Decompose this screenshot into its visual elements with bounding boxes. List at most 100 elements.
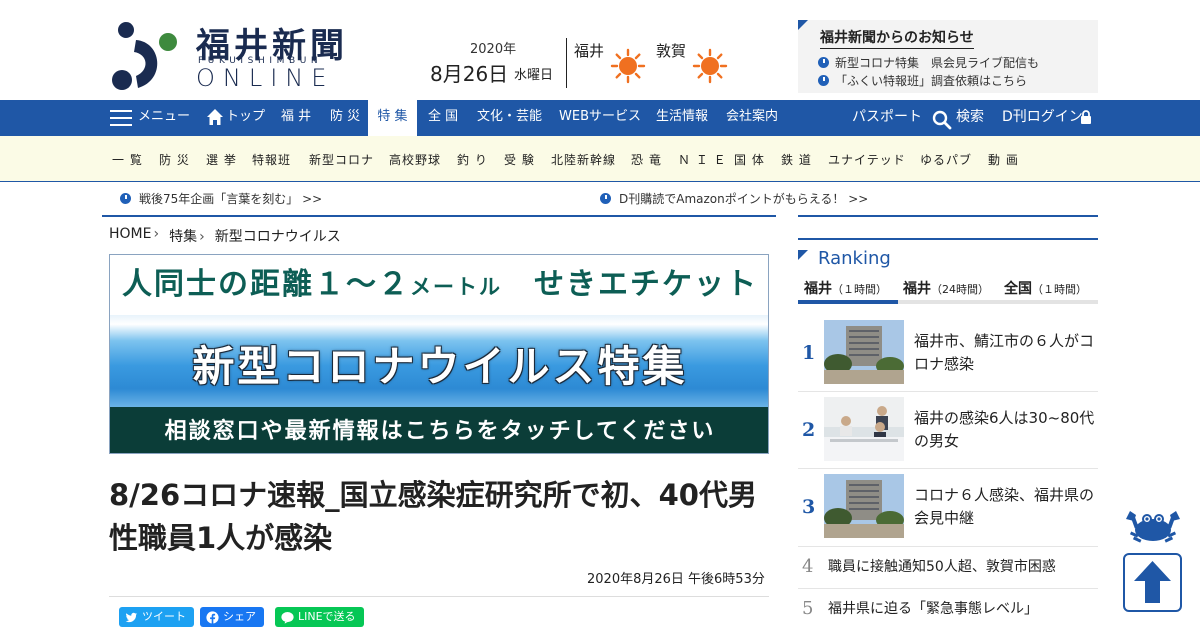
ranking-item[interactable]: 1 福井市、鯖江市の６人がコロナ感染 [798, 320, 1098, 386]
passport-link[interactable]: パスポート [852, 100, 922, 136]
breadcrumb-home[interactable]: HOME › [109, 226, 159, 246]
rank-title: コロナ６人感染、福井県の会見中継 [914, 486, 1095, 527]
ranking-item[interactable]: 5 福井県に迫る「緊急事態レベル」 [798, 598, 1098, 624]
banner-title: 新型コロナウイルス特集 [192, 342, 688, 391]
date-year: 2020年 [470, 42, 517, 57]
subnav-item[interactable]: 動 画 [988, 151, 1019, 168]
breadcrumb: HOME › 特集 › 新型コロナウイルス [109, 226, 341, 246]
subnav-item[interactable]: 一 覧 [112, 151, 143, 168]
notice-box: 福井新聞からのお知らせ 新型コロナ特集 県会見ライブ配信も 「ふくい特報班」調査… [798, 20, 1098, 93]
subnav-item[interactable]: 北陸新幹線 [551, 151, 616, 168]
ranking-tab-fukui-1h[interactable]: 福井（１時間） [804, 278, 887, 298]
home-icon[interactable] [206, 108, 224, 126]
nav-seikatsu[interactable]: 生活情報 [656, 100, 708, 136]
logo-online: ONLINE [196, 64, 335, 92]
ranking-corner-mark [798, 250, 808, 260]
article-headline: 8/26コロナ速報_国立感染症研究所で初、40代男性職員1人が感染 [109, 478, 757, 555]
subnav-item[interactable]: 受 験 [504, 151, 535, 168]
hamburger-menu-icon[interactable] [110, 110, 132, 126]
subnav-item[interactable]: 防 災 [159, 151, 190, 168]
ticker-item[interactable]: 戦後75年企画「言葉を刻む」 >> [120, 190, 322, 207]
crab-mascot-icon [1126, 511, 1180, 543]
banner-title-band: 新型コロナウイルス特集 [110, 315, 768, 407]
breadcrumb-current: 新型コロナウイルス [214, 229, 341, 245]
lock-icon [1081, 110, 1091, 124]
global-nav: メニュー トップ 福 井 防 災 特 集 全 国 文化・芸能 WEBサービス 生… [0, 100, 1200, 138]
subnav-item[interactable]: ユナイテッド [828, 151, 906, 168]
divider [109, 596, 769, 597]
divider [798, 468, 1098, 469]
ticker-label: D刊購読でAmazonポイントがもらえる！ >> [619, 192, 869, 206]
nav-bunka[interactable]: 文化・芸能 [477, 100, 542, 136]
subnav-item[interactable]: Ｎ Ｉ Ｅ [678, 151, 727, 168]
arrow-up-icon [1134, 561, 1171, 603]
main-top-rule [102, 215, 776, 217]
nav-web-service[interactable]: WEBサービス [559, 100, 641, 136]
rank-title: 福井県に迫る「緊急事態レベル」 [828, 601, 1038, 617]
ranking-title: Ranking [818, 248, 891, 269]
search-button[interactable]: 検索 [956, 100, 984, 136]
date-weekday: 水曜日 [514, 68, 554, 83]
thumbnail-building-photo [824, 320, 904, 384]
notice-item[interactable]: 「ふくい特報班」調査依頼はこちら [818, 72, 1027, 89]
login-link[interactable]: D刊ログイン [1002, 100, 1083, 136]
subnav-item[interactable]: 特報班 [252, 151, 291, 168]
nav-zenkoku[interactable]: 全 国 [428, 100, 458, 136]
ranking-tab-zenkoku-1h[interactable]: 全国（１時間） [1004, 278, 1087, 298]
rank-title: 福井市、鯖江市の６人がコロナ感染 [914, 332, 1095, 373]
nav-tokushu[interactable]: 特 集 [368, 100, 417, 138]
subnav-item[interactable]: 高校野球 [389, 151, 441, 168]
subnav-item[interactable]: 国 体 [734, 151, 765, 168]
sun-icon [692, 48, 728, 84]
menu-button[interactable]: メニュー [138, 100, 190, 136]
subnav-item[interactable]: 鉄 道 [781, 151, 812, 168]
divider [798, 391, 1098, 392]
twitter-bird-icon [125, 612, 138, 622]
site-header: 福井新聞 FUKUISHIMBUN ONLINE 2020年 8月26日 水曜日… [0, 0, 1200, 100]
ticker-label: 戦後75年企画「言葉を刻む」 >> [139, 192, 323, 206]
subnav-item[interactable]: 新型コロナ [309, 151, 374, 168]
article-published-date: 2020年8月26日 午後6時53分 [587, 572, 765, 587]
rank-number: 2 [802, 419, 816, 441]
nav-company[interactable]: 会社案内 [726, 100, 778, 136]
ranking-tab-fukui-24h[interactable]: 福井（24時間） [903, 278, 989, 298]
nav-fukui[interactable]: 福 井 [281, 100, 311, 136]
banner-cta: 相談窓口や最新情報はこちらをタッチしてください [110, 407, 768, 453]
logo-mark-icon[interactable] [110, 20, 180, 92]
line-icon [281, 611, 294, 624]
notice-item-label: 「ふくい特報班」調査依頼はこちら [835, 74, 1028, 88]
ranking-item[interactable]: 3 コロナ６人感染、福井県の会見中継 [798, 474, 1098, 540]
tweet-button[interactable]: ツイート [119, 607, 194, 627]
thumbnail-press-conference-photo [824, 397, 904, 461]
subnav-item[interactable]: ゆるパブ [920, 151, 972, 168]
weather-city-fukui: 福井 [574, 42, 605, 60]
subnav-item[interactable]: 選 挙 [206, 151, 237, 168]
notice-item-label: 新型コロナ特集 県会見ライブ配信も [835, 56, 1040, 70]
sub-nav: 一 覧 防 災 選 挙 特報班 新型コロナ 高校野球 釣 り 受 験 北陸新幹線… [0, 136, 1200, 182]
info-dot-icon [600, 193, 611, 204]
date-divider [566, 38, 567, 88]
banner-etiquette-text: 人同士の距離１～２メートル せきエチケット [110, 255, 768, 315]
search-icon[interactable] [932, 110, 952, 130]
subnav-item[interactable]: 釣 り [457, 151, 488, 168]
date-day: 8月26日 [430, 62, 509, 86]
ranking-top-rule [798, 238, 1098, 240]
facebook-share-button[interactable]: シェア [200, 607, 264, 627]
notice-title[interactable]: 福井新聞からのお知らせ [820, 27, 974, 49]
subnav-item[interactable]: 恐 竜 [631, 151, 662, 168]
ticker-item[interactable]: D刊購読でAmazonポイントがもらえる！ >> [600, 190, 868, 207]
ranking-item[interactable]: 4 職員に接触通知50人超、敦賀市困惑 [798, 556, 1098, 582]
corona-feature-banner[interactable]: 人同士の距離１～２メートル せきエチケット 新型コロナウイルス特集 相談窓口や最… [109, 254, 769, 454]
nav-top[interactable]: トップ [226, 100, 265, 136]
info-dot-icon [818, 75, 829, 86]
back-to-top-button[interactable] [1123, 553, 1182, 612]
weather-city-tsuruga: 敦賀 [656, 42, 687, 60]
nav-bousai[interactable]: 防 災 [330, 100, 360, 136]
rank-title: 福井の感染6人は30~80代の男女 [914, 409, 1095, 450]
notice-item[interactable]: 新型コロナ特集 県会見ライブ配信も [818, 54, 1039, 71]
breadcrumb-tokushu[interactable]: 特集 › [169, 226, 205, 246]
line-share-button[interactable]: LINEで送る [275, 607, 364, 627]
ranking-item[interactable]: 2 福井の感染6人は30~80代の男女 [798, 397, 1098, 463]
rank-number: 4 [802, 556, 814, 577]
info-dot-icon [120, 193, 131, 204]
